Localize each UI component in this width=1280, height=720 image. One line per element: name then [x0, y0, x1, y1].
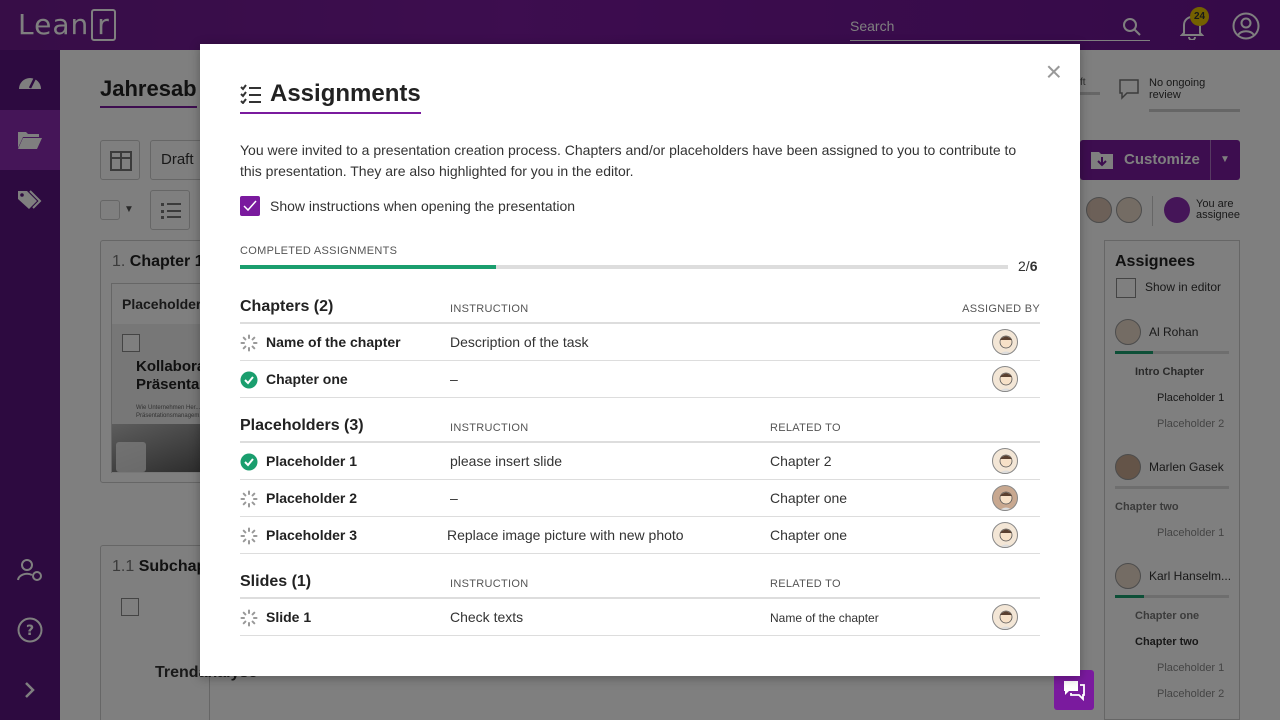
assignment-instruction: Replace image picture with new photo: [447, 527, 684, 543]
avatar: [992, 366, 1018, 392]
column-header-related-to: RELATED TO: [770, 422, 841, 434]
column-header-instruction: INSTRUCTION: [450, 578, 529, 590]
placeholders-section: Placeholders (3) INSTRUCTION RELATED TO …: [240, 409, 1040, 554]
show-instructions-label: Show instructions when opening the prese…: [270, 198, 576, 214]
completed-progress-bar: [240, 265, 1008, 269]
assignment-related-to: Chapter one: [770, 527, 848, 543]
checkmark-icon: [243, 200, 257, 212]
chapters-section: Chapters (2) INSTRUCTION ASSIGNED BY Nam…: [240, 290, 1040, 398]
table-row[interactable]: Name of the chapter Description of the t…: [240, 324, 1040, 361]
pending-icon: [240, 527, 258, 548]
completed-check-icon: [240, 453, 258, 474]
section-header: Slides (1) INSTRUCTION RELATED TO: [240, 565, 1040, 599]
pending-icon: [240, 334, 258, 355]
assignment-related-to: Chapter one: [770, 490, 848, 506]
table-row[interactable]: Chapter one –: [240, 361, 1040, 398]
slides-heading: Slides (1): [240, 573, 312, 590]
modal-title: Assignments: [270, 80, 421, 107]
completed-assignments-label: COMPLETED ASSIGNMENTS: [240, 245, 398, 257]
assignment-name: Placeholder 3: [266, 527, 358, 543]
assignment-name: Slide 1: [266, 609, 312, 625]
slides-section: Slides (1) INSTRUCTION RELATED TO Slide …: [240, 565, 1040, 636]
avatar: [992, 329, 1018, 355]
table-row[interactable]: Slide 1 Check texts Name of the chapter: [240, 599, 1040, 636]
assignments-modal: × Assignments You were invited to a pres…: [200, 44, 1080, 676]
pending-icon: [240, 609, 258, 630]
column-header-related-to: RELATED TO: [770, 578, 841, 590]
completed-check-icon: [240, 371, 258, 392]
column-header-assigned-by: ASSIGNED BY: [962, 303, 1040, 315]
avatar: [992, 604, 1018, 630]
chapters-heading: Chapters (2): [240, 298, 334, 315]
avatar: [992, 522, 1018, 548]
modal-header: Assignments: [240, 80, 421, 114]
column-header-instruction: INSTRUCTION: [450, 422, 529, 434]
completed-done: 2: [1018, 258, 1026, 274]
modal-intro-text: You were invited to a presentation creat…: [240, 142, 1017, 179]
task-list-icon: [240, 84, 261, 104]
close-icon[interactable]: ×: [1046, 58, 1062, 86]
avatar: [992, 448, 1018, 474]
pending-icon: [240, 490, 258, 511]
completed-progress-fill: [240, 265, 496, 269]
chat-icon: [1064, 681, 1085, 701]
table-row[interactable]: Placeholder 2 – Chapter one: [240, 480, 1040, 517]
section-header: Chapters (2) INSTRUCTION ASSIGNED BY: [240, 290, 1040, 324]
avatar: [992, 485, 1018, 511]
assignment-name: Placeholder 2: [266, 490, 358, 506]
completed-total: 6: [1029, 258, 1038, 274]
chat-button[interactable]: [1054, 670, 1094, 710]
assignment-related-to: Chapter 2: [770, 453, 832, 469]
section-header: Placeholders (3) INSTRUCTION RELATED TO: [240, 409, 1040, 443]
table-row[interactable]: Placeholder 3 Replace image picture with…: [240, 517, 1040, 554]
assignment-instruction: –: [450, 371, 458, 387]
completed-count: 2/6: [1018, 258, 1037, 274]
assignment-instruction: –: [450, 490, 458, 506]
placeholders-heading: Placeholders (3): [240, 417, 364, 434]
show-instructions-option[interactable]: Show instructions when opening the prese…: [240, 196, 575, 216]
table-row[interactable]: Placeholder 1 please insert slide Chapte…: [240, 443, 1040, 480]
assignment-instruction: Description of the task: [450, 334, 589, 350]
assignment-name: Name of the chapter: [266, 334, 401, 350]
assignment-related-to: Name of the chapter: [770, 611, 879, 625]
column-header-instruction: INSTRUCTION: [450, 303, 529, 315]
assignment-name: Chapter one: [266, 371, 348, 387]
assignment-instruction: please insert slide: [450, 453, 563, 469]
assignment-name: Placeholder 1: [266, 453, 358, 469]
show-instructions-checkbox[interactable]: [240, 196, 260, 216]
assignment-instruction: Check texts: [450, 609, 524, 625]
